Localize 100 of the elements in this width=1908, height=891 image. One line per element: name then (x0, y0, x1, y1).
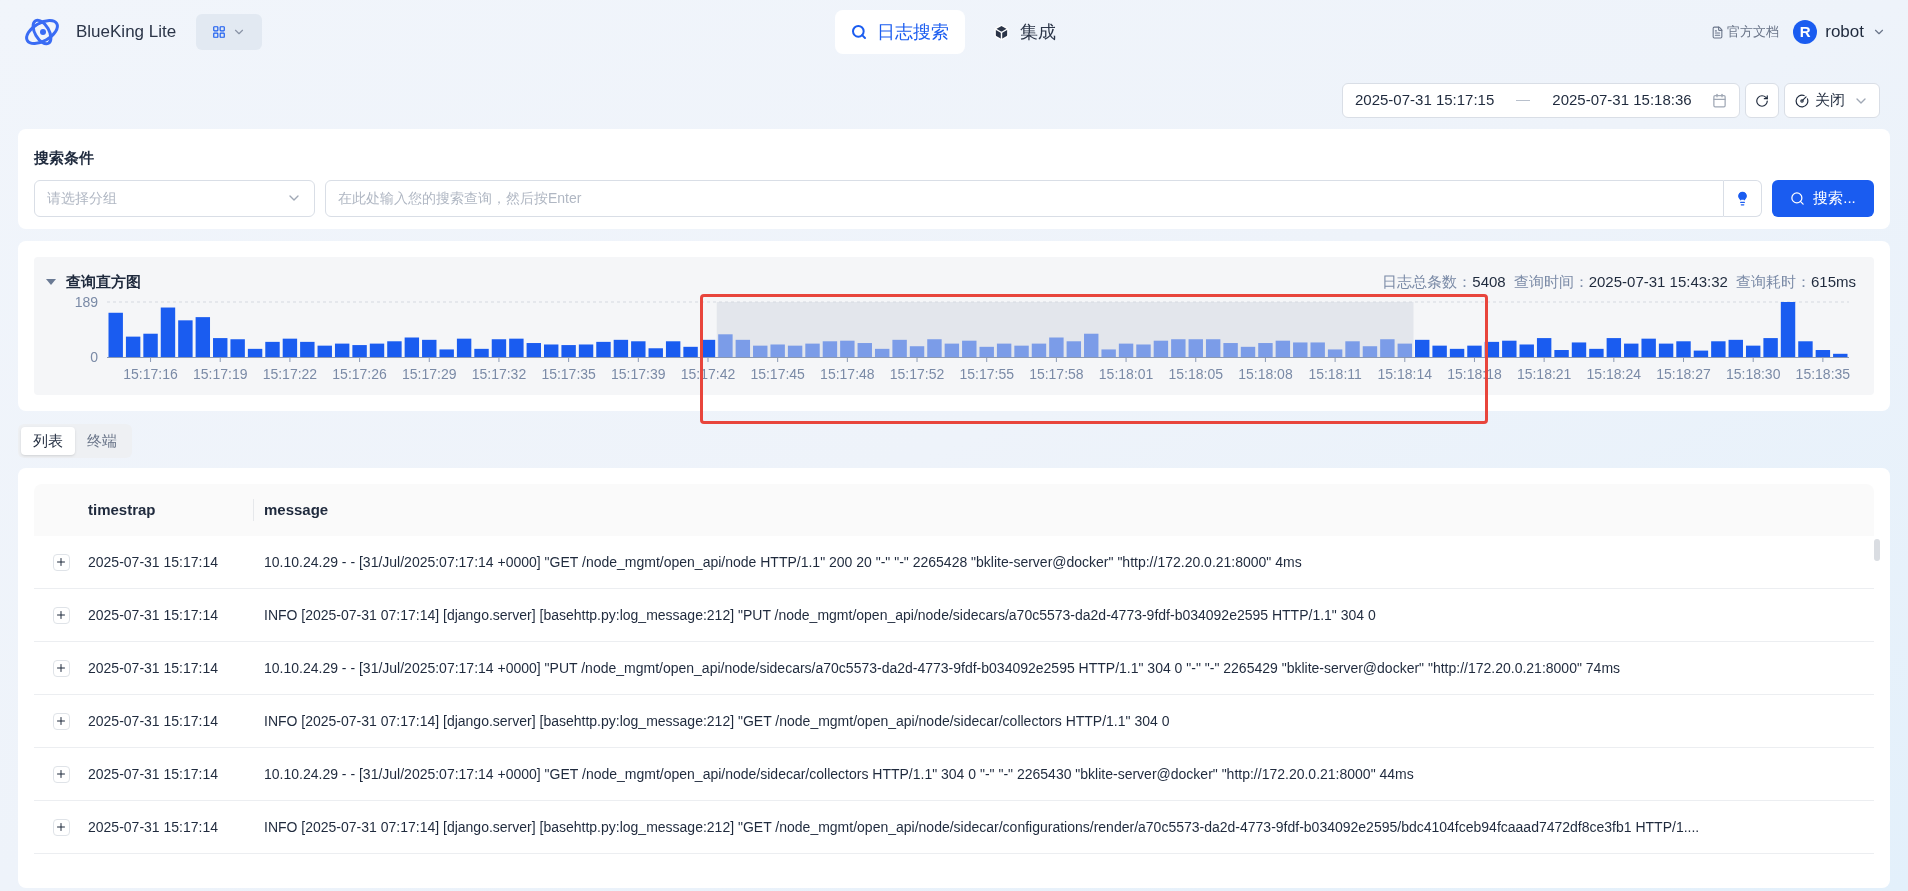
x-axis-tick-label: 15:17:19 (193, 366, 248, 382)
hint-button[interactable] (1724, 179, 1762, 217)
histogram-bar[interactable] (613, 339, 629, 357)
histogram-bar[interactable] (1467, 345, 1482, 357)
date-range-picker[interactable]: 2025-07-31 15:17:15 2025-07-31 15:18:36 (1342, 83, 1740, 118)
histogram-bar[interactable] (247, 348, 263, 357)
histogram-bar[interactable] (544, 344, 559, 357)
histogram-bar[interactable] (1589, 348, 1604, 357)
timestamp-cell-text: 2025-07-31 15:17:14 (88, 658, 219, 678)
histogram-bar[interactable] (439, 349, 454, 357)
histogram-bar[interactable] (369, 343, 385, 357)
scrollbar-thumb[interactable] (1874, 539, 1880, 561)
histogram-bar[interactable] (317, 345, 332, 357)
histogram-bar[interactable] (631, 341, 646, 357)
expand-row-button[interactable] (52, 606, 70, 624)
x-axis-tick-label: 15:18:05 (1168, 366, 1223, 382)
histogram-bar[interactable] (195, 317, 210, 357)
histogram-bar[interactable] (474, 348, 489, 357)
nav-tab[interactable]: 集成 (977, 10, 1073, 54)
docs-link[interactable]: 官方文档 (1711, 22, 1780, 42)
histogram-bar[interactable] (1415, 339, 1430, 357)
histogram-bar[interactable] (1624, 343, 1639, 357)
histogram-bar[interactable] (509, 338, 524, 357)
histogram-bar[interactable] (596, 341, 611, 357)
section-title: 搜索条件 (34, 148, 95, 168)
histogram-bar[interactable] (422, 339, 437, 357)
histogram-bar[interactable] (404, 337, 420, 357)
user-avatar[interactable]: R (1793, 20, 1818, 44)
histogram-bar[interactable] (1571, 342, 1587, 357)
x-axis-tick-label: 15:17:45 (750, 366, 805, 382)
cube-icon (993, 23, 1011, 41)
histogram-bar[interactable] (178, 320, 193, 357)
histogram-bar[interactable] (213, 338, 228, 357)
column-header[interactable]: message (264, 498, 329, 522)
histogram-bar[interactable] (108, 312, 123, 357)
query-input-field[interactable]: 在此处输入您的搜索查询，然后按Enter (325, 179, 1724, 217)
expand-row-button[interactable] (52, 818, 70, 836)
histogram-bar[interactable] (160, 307, 176, 357)
search-button[interactable]: 搜索... (1772, 179, 1874, 217)
column-header[interactable]: timestrap (88, 498, 253, 522)
stat-text: 查询时间：2025-07-31 15:43:32 (1513, 271, 1728, 292)
histogram-bar[interactable] (1746, 345, 1761, 357)
x-axis-tick-label: 15:17:48 (820, 366, 875, 382)
x-axis-tick-label: 15:18:01 (1098, 366, 1154, 382)
histogram-bar[interactable] (352, 345, 367, 357)
nav-tab[interactable]: 日志搜索 (835, 10, 966, 54)
timestamp-cell-text: 2025-07-31 15:17:14 (88, 817, 219, 837)
x-axis-tick-label: 15:18:35 (1795, 366, 1851, 382)
histogram-bar[interactable] (1449, 348, 1465, 357)
auto-refresh-select[interactable]: 关闭 (1784, 83, 1880, 118)
histogram-bar[interactable] (1815, 350, 1831, 357)
histogram-bar[interactable] (1780, 302, 1796, 357)
histogram-bar[interactable] (1693, 350, 1709, 357)
histogram-bar[interactable] (1728, 339, 1743, 357)
x-axis-tick-label: 15:17:29 (402, 366, 457, 382)
histogram-bar[interactable] (300, 341, 315, 357)
timestamp-cell-text: 2025-07-31 15:17:14 (88, 552, 219, 572)
histogram-bar[interactable] (1833, 353, 1848, 357)
expand-row-button[interactable] (52, 765, 70, 783)
histogram-bar[interactable] (1763, 338, 1778, 357)
app-switcher-button[interactable] (196, 14, 263, 50)
histogram-bar[interactable] (456, 338, 472, 357)
expand-row-button[interactable] (52, 553, 70, 571)
expand-row-button[interactable] (52, 659, 70, 677)
histogram-bar[interactable] (665, 341, 681, 357)
x-axis-tick-label: 15:18:21 (1516, 366, 1572, 382)
histogram-bar[interactable] (526, 343, 541, 357)
histogram-bar[interactable] (1641, 338, 1656, 357)
histogram-bar[interactable] (561, 345, 576, 357)
histogram-bar[interactable] (143, 333, 158, 357)
view-tab[interactable]: 列表 (21, 427, 75, 455)
histogram-bar[interactable] (125, 336, 141, 357)
x-axis-tick-label: 15:17:55 (959, 366, 1014, 382)
histogram-bar[interactable] (648, 348, 663, 357)
histogram-bar[interactable] (1432, 345, 1447, 357)
histogram-bar[interactable] (230, 339, 245, 357)
histogram-bar[interactable] (683, 346, 698, 357)
plus-icon (55, 821, 67, 833)
histogram-bar[interactable] (1711, 341, 1726, 357)
histogram-bar[interactable] (491, 339, 507, 357)
caret-icon (46, 278, 56, 285)
expand-row-button[interactable] (52, 712, 70, 730)
histogram-bar[interactable] (578, 344, 594, 357)
histogram-bar[interactable] (1606, 338, 1622, 357)
message-cell-text: INFO [2025-07-31 07:17:14] [django.server] [basehttp.py:log_message:212] "PUT /node_mgmt/open_api/node/sidecars/a70c5573-da2d-4773-9fdf-b034092e2595 HTTP/1.1" 304 0 (264, 605, 1377, 625)
collapse-toggle[interactable]: 查询直方图 (46, 270, 141, 293)
refresh-button[interactable] (1745, 83, 1779, 118)
histogram-bar[interactable] (282, 338, 298, 357)
histogram-bar[interactable] (1658, 343, 1674, 357)
histogram-bar[interactable] (1502, 340, 1517, 357)
view-tab[interactable]: 终端 (75, 427, 129, 455)
histogram-bar[interactable] (334, 343, 350, 357)
histogram-bar[interactable] (265, 341, 280, 357)
histogram-bar[interactable] (1519, 344, 1534, 357)
histogram-bar[interactable] (1536, 338, 1552, 357)
y-axis-label: 189 (74, 294, 98, 310)
histogram-bar[interactable] (1327, 349, 1343, 357)
x-axis-tick-label: 15:18:30 (1725, 366, 1781, 382)
x-axis-tick-label: 15:18:11 (1308, 366, 1362, 382)
user-name[interactable]: robot (1825, 19, 1864, 45)
